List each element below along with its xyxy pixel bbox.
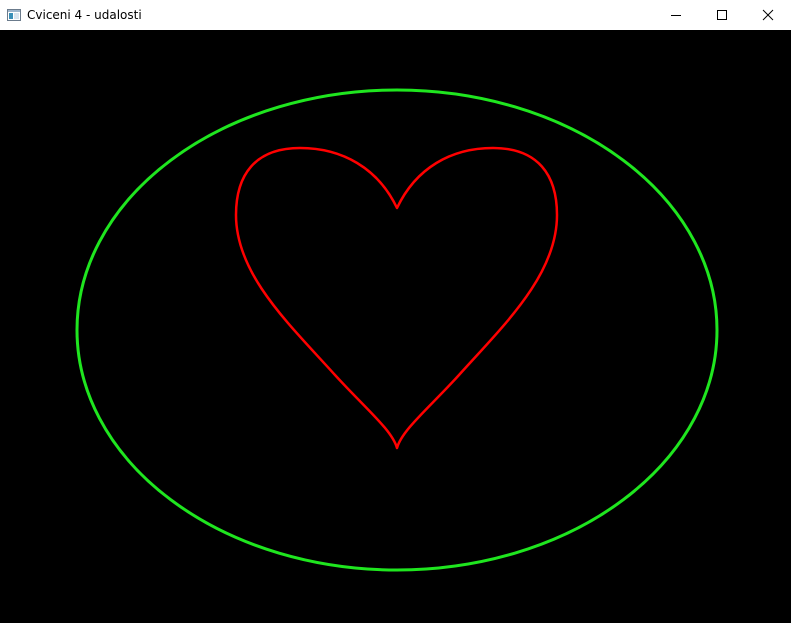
- close-icon: [762, 9, 774, 21]
- window-controls: [653, 0, 791, 30]
- app-window: Cviceni 4 - udalosti: [0, 0, 791, 623]
- drawing-surface[interactable]: [0, 30, 791, 623]
- minimize-button[interactable]: [653, 0, 699, 30]
- app-window-icon[interactable]: [6, 7, 22, 23]
- window-title: Cviceni 4 - udalosti: [27, 8, 142, 22]
- close-button[interactable]: [745, 0, 791, 30]
- minimize-icon: [671, 15, 681, 16]
- maximize-icon: [717, 10, 727, 20]
- drawing-canvas[interactable]: [0, 30, 791, 623]
- red-heart: [234, 146, 559, 450]
- title-bar[interactable]: Cviceni 4 - udalosti: [0, 0, 791, 30]
- green-ellipse: [75, 88, 719, 572]
- maximize-button[interactable]: [699, 0, 745, 30]
